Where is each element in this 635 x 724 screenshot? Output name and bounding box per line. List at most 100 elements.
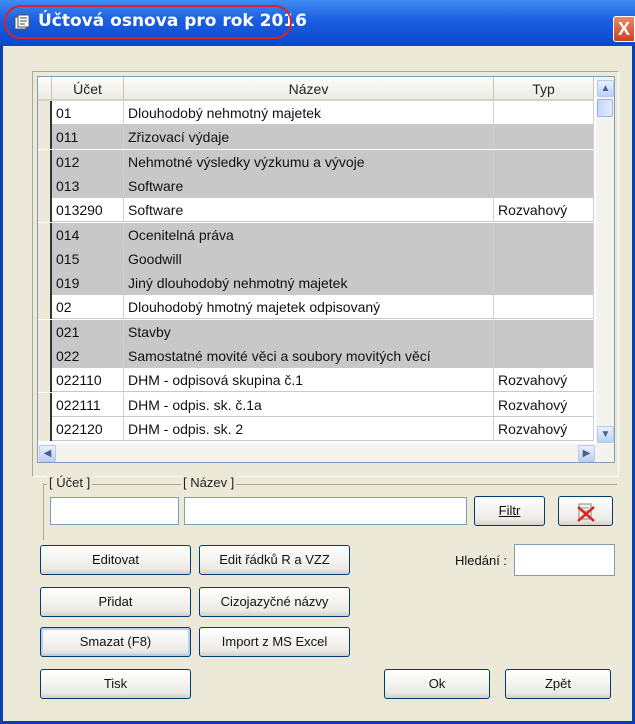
cell-typ[interactable]	[494, 101, 594, 125]
scroll-down-icon[interactable]: ▼	[597, 426, 614, 443]
smazat-button[interactable]: Smazat (F8)	[40, 627, 191, 657]
cell-ucet[interactable]: 015	[52, 246, 124, 271]
table-row[interactable]: 013290 Software Rozvahový	[38, 198, 594, 223]
header-indicator-cell	[38, 77, 52, 101]
filtr-button[interactable]: Filtr	[474, 496, 545, 526]
cell-ucet[interactable]: 022111	[52, 392, 124, 417]
cell-typ[interactable]	[494, 173, 594, 198]
scroll-up-icon[interactable]: ▲	[597, 80, 614, 97]
clear-filter-button[interactable]	[558, 496, 613, 526]
cell-nazev[interactable]: DHM - odpisová skupina č.1	[124, 368, 494, 393]
cell-nazev[interactable]: Goodwill	[124, 246, 494, 271]
cell-typ[interactable]	[494, 271, 594, 296]
cell-nazev[interactable]: Software	[124, 198, 494, 223]
cell-nazev[interactable]: DHM - odpis. sk. č.1a	[124, 392, 494, 417]
row-indicator[interactable]	[38, 416, 52, 441]
row-indicator[interactable]	[38, 271, 52, 296]
cell-nazev[interactable]: Software	[124, 173, 494, 198]
row-indicator[interactable]	[38, 149, 52, 174]
row-indicator[interactable]	[38, 125, 52, 150]
cell-typ[interactable]	[494, 149, 594, 174]
cell-typ[interactable]	[494, 319, 594, 344]
zpet-button[interactable]: Zpět	[505, 669, 611, 699]
row-indicator[interactable]	[38, 173, 52, 198]
cell-typ[interactable]: Rozvahový	[494, 198, 594, 223]
cell-nazev[interactable]: Samostatné movité věci a soubory movitýc…	[124, 344, 494, 368]
table-row[interactable]: 019 Jiný dlouhodobý nehmotný majetek	[38, 271, 594, 296]
column-header-ucet[interactable]: Účet	[52, 77, 124, 101]
cell-typ[interactable]	[494, 125, 594, 150]
column-header-nazev[interactable]: Název	[124, 77, 494, 101]
table-row[interactable]: 011 Zřizovací výdaje	[38, 125, 594, 150]
cell-ucet[interactable]: 01	[52, 101, 124, 125]
table-row[interactable]: 022120 DHM - odpis. sk. 2 Rozvahový	[38, 416, 594, 441]
hledani-input[interactable]	[514, 544, 615, 576]
row-indicator[interactable]	[38, 246, 52, 271]
row-indicator[interactable]	[38, 222, 52, 247]
accounts-grid[interactable]: Účet Název Typ 01 Dlouhodobý nehmotný maj…	[37, 76, 615, 463]
filter-ucet-input[interactable]	[50, 497, 179, 525]
cell-typ[interactable]	[494, 246, 594, 271]
cell-ucet[interactable]: 022110	[52, 368, 124, 393]
cell-ucet[interactable]: 013290	[52, 198, 124, 223]
ok-button[interactable]: Ok	[384, 669, 490, 699]
vertical-scrollbar[interactable]: ▲ ▼	[596, 77, 614, 444]
row-indicator[interactable]	[38, 392, 52, 417]
row-indicator[interactable]	[38, 344, 52, 368]
cell-typ[interactable]: Rozvahový	[494, 416, 594, 441]
cell-typ[interactable]	[494, 295, 594, 320]
cell-nazev[interactable]: Stavby	[124, 319, 494, 344]
scroll-thumb[interactable]	[597, 99, 613, 117]
cell-nazev[interactable]: DHM - odpis. sk. 2	[124, 416, 494, 441]
cell-nazev[interactable]: Ocenitelná práva	[124, 222, 494, 247]
table-row[interactable]: 021 Stavby	[38, 319, 594, 344]
table-row[interactable]: 014 Ocenitelná práva	[38, 222, 594, 247]
cell-nazev[interactable]: Dlouhodobý hmotný majetek odpisovaný	[124, 295, 494, 320]
cell-ucet[interactable]: 022	[52, 344, 124, 368]
column-header-typ[interactable]: Typ	[494, 77, 594, 101]
clear-filter-icon	[576, 503, 595, 522]
close-button[interactable]: X	[613, 16, 635, 42]
cell-typ[interactable]	[494, 222, 594, 247]
row-indicator[interactable]	[38, 198, 52, 223]
import-excel-button[interactable]: Import z MS Excel	[199, 627, 350, 657]
cell-ucet[interactable]: 019	[52, 271, 124, 296]
cell-typ[interactable]: Rozvahový	[494, 368, 594, 393]
table-row[interactable]: 022111 DHM - odpis. sk. č.1a Rozvahový	[38, 392, 594, 417]
table-row[interactable]: 01 Dlouhodobý nehmotný majetek	[38, 101, 594, 125]
cell-ucet[interactable]: 02	[52, 295, 124, 320]
cell-typ[interactable]	[494, 344, 594, 368]
row-indicator[interactable]	[38, 368, 52, 393]
grid-header: Účet Název Typ	[38, 77, 614, 101]
tisk-button[interactable]: Tisk	[40, 669, 191, 699]
cell-nazev[interactable]: Dlouhodobý nehmotný majetek	[124, 101, 494, 125]
title-bar[interactable]: Účtová osnova pro rok 2016 X	[0, 0, 635, 46]
cell-typ[interactable]: Rozvahový	[494, 392, 594, 417]
cell-ucet[interactable]: 013	[52, 173, 124, 198]
table-row[interactable]: 013 Software	[38, 173, 594, 198]
row-indicator[interactable]	[38, 319, 52, 344]
cell-nazev[interactable]: Zřizovací výdaje	[124, 125, 494, 150]
cell-ucet[interactable]: 021	[52, 319, 124, 344]
table-row[interactable]: 022 Samostatné movité věci a soubory movi…	[38, 344, 594, 368]
cell-ucet[interactable]: 022120	[52, 416, 124, 441]
cell-ucet[interactable]: 011	[52, 125, 124, 150]
cell-ucet[interactable]: 014	[52, 222, 124, 247]
cell-ucet[interactable]: 012	[52, 149, 124, 174]
horizontal-scrollbar[interactable]: ◀ ▶	[38, 444, 614, 462]
editovat-button[interactable]: Editovat	[40, 545, 191, 575]
row-indicator[interactable]	[38, 101, 52, 125]
scroll-right-icon[interactable]: ▶	[578, 445, 595, 462]
edit-radku-button[interactable]: Edit řádků R a VZZ	[199, 545, 350, 575]
table-row[interactable]: 012 Nehmotné výsledky výzkumu a vývoje	[38, 149, 594, 174]
scroll-left-icon[interactable]: ◀	[39, 445, 56, 462]
filter-nazev-input[interactable]	[184, 497, 467, 525]
pridat-button[interactable]: Přidat	[40, 587, 191, 617]
row-indicator[interactable]	[38, 295, 52, 320]
cizojazycne-nazvy-button[interactable]: Cizojazyčné názvy	[199, 587, 350, 617]
table-row[interactable]: 02 Dlouhodobý hmotný majetek odpisovaný	[38, 295, 594, 320]
cell-nazev[interactable]: Nehmotné výsledky výzkumu a vývoje	[124, 149, 494, 174]
table-row[interactable]: 022110 DHM - odpisová skupina č.1 Rozvahov…	[38, 368, 594, 393]
cell-nazev[interactable]: Jiný dlouhodobý nehmotný majetek	[124, 271, 494, 296]
table-row[interactable]: 015 Goodwill	[38, 246, 594, 271]
